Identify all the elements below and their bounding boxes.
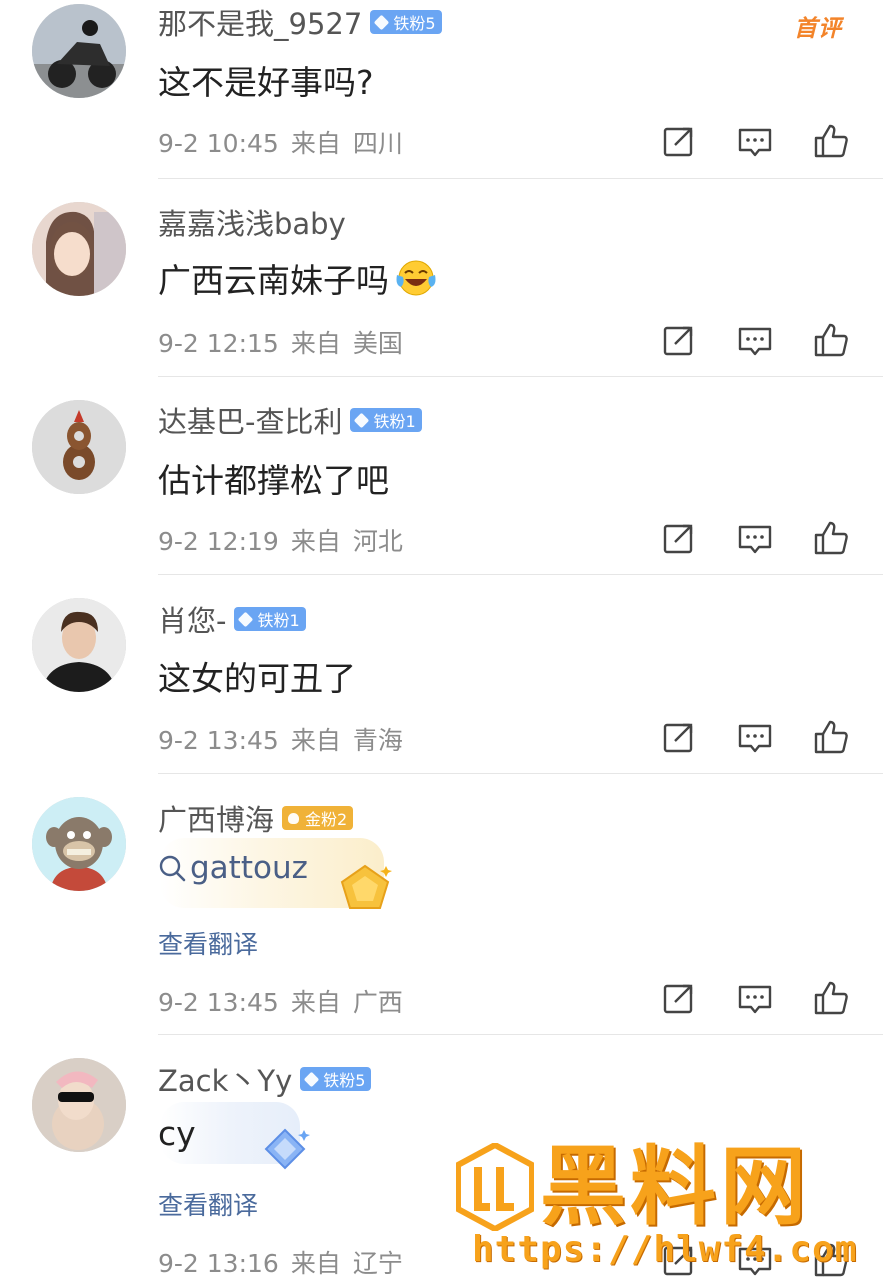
comment-meta: 9-2 10:45 来自 四川: [158, 124, 403, 160]
comment-meta: 9-2 13:45 来自 广西: [158, 983, 403, 1019]
comment-location: 美国: [352, 329, 403, 358]
username[interactable]: 那不是我_9527: [158, 1, 362, 43]
comment-actions: [660, 979, 850, 1017]
comment-date: 9-2 10:45: [158, 129, 279, 158]
comment-actions: [660, 122, 850, 160]
divider: [158, 574, 883, 575]
comment-text: cy: [158, 1114, 196, 1153]
watermark-url: https://hlwf4.com: [472, 1229, 858, 1270]
comment-icon[interactable]: [736, 321, 774, 359]
like-icon[interactable]: [812, 122, 850, 160]
comment-location: 辽宁: [352, 1249, 403, 1278]
search-icon: [159, 855, 186, 882]
diamond-icon: [354, 412, 370, 428]
avatar[interactable]: [32, 797, 126, 891]
comment-icon[interactable]: [736, 718, 774, 756]
share-icon[interactable]: [660, 321, 698, 359]
fan-badge[interactable]: 铁粉1: [350, 408, 422, 432]
diamond-icon: [238, 611, 254, 627]
laughing-tears-emoji: [396, 260, 436, 296]
fan-badge[interactable]: 铁粉1: [234, 607, 306, 631]
comment-location: 广西: [352, 988, 403, 1017]
comment-text: 估计都撑松了吧: [158, 461, 389, 500]
avatar[interactable]: [32, 1058, 126, 1152]
search-link[interactable]: gattouz: [158, 850, 308, 886]
username[interactable]: 肖您-: [158, 598, 226, 640]
diamond-icon: [303, 1071, 320, 1087]
comment-text: 这不是好事吗?: [158, 63, 374, 102]
comment-date: 9-2 12:15: [158, 329, 279, 358]
avatar[interactable]: [32, 4, 126, 98]
comment-icon[interactable]: [736, 519, 774, 557]
share-icon[interactable]: [660, 718, 698, 756]
comment-from: 来自: [290, 129, 341, 158]
share-icon[interactable]: [660, 979, 698, 1017]
watermark-logo-icon: [456, 1143, 534, 1231]
comment-date: 9-2 12:19: [158, 527, 279, 556]
comment-meta: 9-2 13:16 来自 辽宁: [158, 1244, 403, 1280]
comment-meta: 9-2 12:15 来自 美国: [158, 324, 403, 360]
username[interactable]: 广西博海: [158, 797, 274, 839]
comment-from: 来自: [290, 329, 341, 358]
fan-badge[interactable]: 金粉2: [282, 806, 354, 830]
translate-link[interactable]: 查看翻译: [158, 1186, 258, 1222]
share-icon[interactable]: [660, 122, 698, 160]
comment-text: gattouz: [158, 850, 308, 886]
divider: [158, 773, 883, 774]
comment-date: 9-2 13:16: [158, 1249, 279, 1278]
comment-location: 四川: [352, 129, 403, 158]
comment-actions: [660, 519, 850, 557]
comment-from: 来自: [290, 1249, 341, 1278]
like-icon[interactable]: [812, 519, 850, 557]
comment-meta: 9-2 13:45 来自 青海: [158, 721, 403, 757]
comment-text: 广西云南妹子吗: [158, 254, 437, 302]
like-icon[interactable]: [812, 979, 850, 1017]
comment-from: 来自: [290, 726, 341, 755]
username[interactable]: 达基巴-查比利: [158, 399, 342, 441]
blue-diamond-sticker-icon: [264, 1128, 310, 1170]
username[interactable]: Zack丶Yy: [158, 1058, 292, 1100]
comment-date: 9-2 13:45: [158, 726, 279, 755]
share-icon[interactable]: [660, 519, 698, 557]
avatar[interactable]: [32, 598, 126, 692]
divider: [158, 376, 883, 377]
comment-date: 9-2 13:45: [158, 988, 279, 1017]
comment-from: 来自: [290, 988, 341, 1017]
gold-pentagon-sticker-icon: [340, 864, 392, 909]
username[interactable]: 嘉嘉浅浅baby: [158, 201, 346, 243]
diamond-icon: [374, 14, 390, 30]
avatar[interactable]: [32, 202, 126, 296]
comment-icon[interactable]: [736, 122, 774, 160]
like-icon[interactable]: [812, 321, 850, 359]
avatar[interactable]: [32, 400, 126, 494]
watermark-title: 黑料网: [540, 1137, 810, 1237]
comment-text: 这女的可丑了: [158, 659, 356, 698]
fan-badge[interactable]: 铁粉5: [370, 10, 442, 34]
crown-icon: [288, 812, 300, 824]
fan-badge[interactable]: 铁粉5: [300, 1067, 372, 1091]
comment-actions: [660, 321, 850, 359]
watermark: 黑料网 https://hlwf4.com: [452, 1137, 877, 1280]
comment-actions: [660, 718, 850, 756]
first-comment-tag: 首评: [794, 16, 842, 42]
like-icon[interactable]: [812, 718, 850, 756]
translate-link[interactable]: 查看翻译: [158, 925, 258, 961]
comment-from: 来自: [290, 527, 341, 556]
comment-meta: 9-2 12:19 来自 河北: [158, 522, 403, 558]
divider: [158, 1034, 883, 1035]
comment-location: 青海: [352, 726, 403, 755]
divider: [158, 178, 883, 179]
comment-icon[interactable]: [736, 979, 774, 1017]
comment-location: 河北: [352, 527, 403, 556]
